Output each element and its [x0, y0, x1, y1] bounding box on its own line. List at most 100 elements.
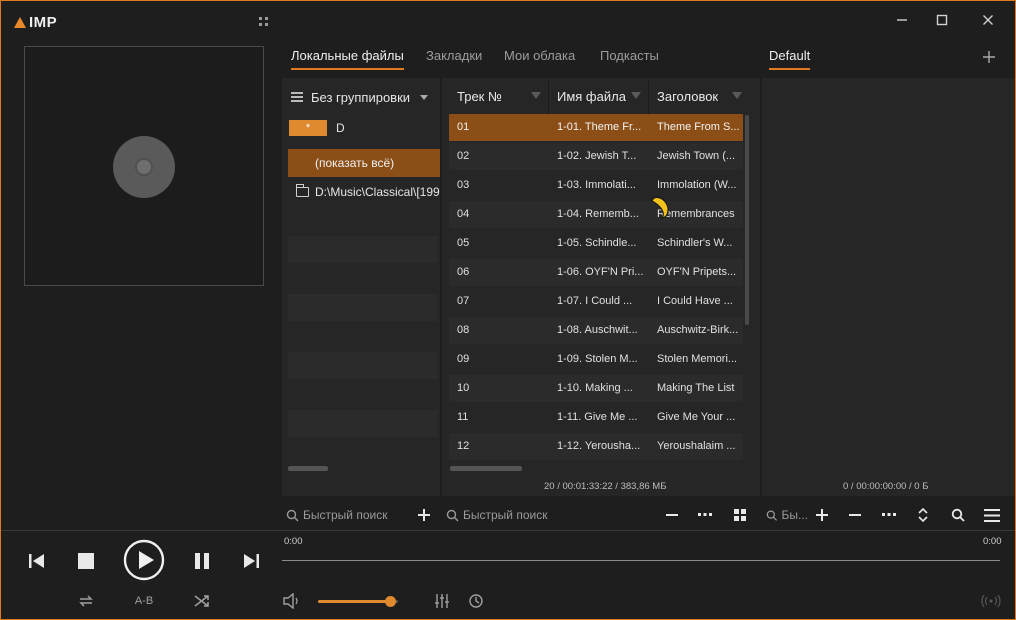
- clock-icon[interactable]: [466, 592, 486, 610]
- drag-grip-icon[interactable]: [258, 16, 270, 28]
- ab-repeat-button[interactable]: A-B: [130, 592, 158, 610]
- table-row[interactable]: 09 1-09. Stolen M... Stolen Memori...: [449, 346, 743, 373]
- empty-row: [288, 352, 438, 379]
- maximize-button[interactable]: [928, 8, 956, 32]
- tab-playlist-default[interactable]: Default: [769, 48, 811, 70]
- track-number: 12: [457, 440, 470, 452]
- shuffle-icon[interactable]: [192, 592, 212, 610]
- search-left-placeholder: Быстрый поиск: [303, 508, 388, 522]
- volume-icon[interactable]: [282, 592, 302, 610]
- search-right[interactable]: Бы...: [766, 504, 808, 526]
- folder-item[interactable]: D:\Music\Classical\[1993: [288, 178, 440, 206]
- tab-bookmarks[interactable]: Закладки: [426, 48, 482, 70]
- folder-path: D:\Music\Classical\[1993: [315, 185, 440, 199]
- track-title: Schindler's W...: [657, 237, 733, 249]
- sort-icon[interactable]: [912, 504, 934, 526]
- track-title: I Could Have ...: [657, 295, 733, 307]
- next-track-button[interactable]: [237, 547, 265, 575]
- search-icon[interactable]: [947, 504, 969, 526]
- track-number: 08: [457, 324, 470, 336]
- table-row[interactable]: 04 1-04. Rememb... Remembrances: [449, 201, 743, 228]
- logo-triangle-icon: [14, 16, 26, 28]
- column-header-track[interactable]: Трек №: [457, 84, 502, 110]
- equalizer-icon[interactable]: [432, 592, 452, 610]
- volume-knob[interactable]: [385, 596, 396, 607]
- remove-icon[interactable]: [844, 504, 866, 526]
- remove-icon[interactable]: [661, 504, 683, 526]
- file-name: 1-01. Theme Fr...: [557, 121, 642, 133]
- add-playlist-icon[interactable]: [980, 48, 998, 66]
- menu-icon[interactable]: [981, 504, 1003, 526]
- track-title: Theme From S...: [657, 121, 740, 133]
- table-row[interactable]: 02 1-02. Jewish T... Jewish Town (...: [449, 143, 743, 170]
- playlist-status: 0 / 00:00:00:00 / 0 Б: [843, 481, 929, 492]
- file-name: 1-12. Yerousha...: [557, 440, 641, 452]
- alpha-filter-d[interactable]: D: [336, 121, 345, 135]
- table-row[interactable]: 08 1-08. Auschwit... Auschwitz-Birk...: [449, 317, 743, 344]
- horizontal-scrollbar[interactable]: [288, 466, 328, 471]
- logo-text: IMP: [29, 13, 58, 31]
- minimize-button[interactable]: [888, 8, 916, 32]
- volume-fill: [318, 600, 390, 603]
- column-header-filename[interactable]: Имя файла: [557, 84, 626, 110]
- tab-podcasts[interactable]: Подкасты: [600, 48, 659, 70]
- repeat-icon[interactable]: [76, 592, 96, 610]
- table-row[interactable]: 05 1-05. Schindle... Schindler's W...: [449, 230, 743, 257]
- search-middle[interactable]: Быстрый поиск: [446, 504, 596, 526]
- search-left[interactable]: Быстрый поиск: [286, 504, 416, 526]
- table-row[interactable]: 10 1-10. Making ... Making The List: [449, 375, 743, 402]
- grid-view-icon[interactable]: [729, 504, 751, 526]
- close-button[interactable]: [974, 8, 1002, 32]
- file-name: 1-02. Jewish T...: [557, 150, 637, 162]
- table-row[interactable]: 07 1-07. I Could ... I Could Have ...: [449, 288, 743, 315]
- filter-icon[interactable]: [732, 92, 742, 99]
- track-number: 09: [457, 353, 470, 365]
- previous-track-button[interactable]: [23, 547, 51, 575]
- file-name: 1-10. Making ...: [557, 382, 633, 394]
- file-name: 1-07. I Could ...: [557, 295, 633, 307]
- file-name: 1-05. Schindle...: [557, 237, 637, 249]
- total-time: 0:00: [983, 536, 1002, 547]
- tab-local-files[interactable]: Локальные файлы: [291, 48, 404, 70]
- empty-row: [288, 410, 438, 437]
- track-title: OYF'N Pripets...: [657, 266, 737, 278]
- add-icon[interactable]: [413, 504, 435, 526]
- folder-icon: [295, 184, 309, 197]
- table-row[interactable]: 06 1-06. OYF'N Pri... OYF'N Pripets...: [449, 259, 743, 286]
- cursor-blob-icon: [651, 196, 669, 219]
- seek-bar[interactable]: [282, 560, 1000, 561]
- alpha-filter-all[interactable]: *: [289, 120, 327, 136]
- pause-button[interactable]: [188, 547, 216, 575]
- column-header-title[interactable]: Заголовок: [657, 84, 718, 110]
- file-name: 1-06. OYF'N Pri...: [557, 266, 644, 278]
- track-number: 01: [457, 121, 470, 133]
- horizontal-scrollbar[interactable]: [450, 466, 522, 471]
- table-row[interactable]: 12 1-12. Yerousha... Yeroushalaim ...: [449, 433, 743, 460]
- elapsed-time: 0:00: [284, 536, 303, 547]
- empty-row: [288, 294, 438, 321]
- filter-icon[interactable]: [631, 92, 641, 99]
- menu-icon: [291, 92, 303, 102]
- empty-row: [288, 236, 438, 263]
- table-row[interactable]: 11 1-11. Give Me ... Give Me Your ...: [449, 404, 743, 431]
- track-title: Yeroushalaim ...: [657, 440, 736, 452]
- play-button[interactable]: [123, 539, 165, 581]
- library-status: 20 / 00:01:33:22 / 383,86 МБ: [544, 481, 667, 492]
- more-icon[interactable]: [878, 504, 900, 526]
- track-number: 03: [457, 179, 470, 191]
- table-row[interactable]: 01 1-01. Theme Fr... Theme From S...: [449, 114, 743, 141]
- stop-button[interactable]: [72, 547, 100, 575]
- grouping-selector[interactable]: Без группировки: [282, 84, 440, 110]
- table-row[interactable]: 03 1-03. Immolati... Immolation (W...: [449, 172, 743, 199]
- show-all-item[interactable]: (показать всё): [288, 149, 440, 177]
- file-name: 1-04. Rememb...: [557, 208, 639, 220]
- vertical-scrollbar[interactable]: [745, 115, 749, 325]
- more-icon[interactable]: [694, 504, 716, 526]
- filter-icon[interactable]: [531, 92, 541, 99]
- tab-my-clouds[interactable]: Мои облака: [504, 48, 575, 70]
- search-right-placeholder: Бы...: [781, 508, 808, 522]
- file-name: 1-03. Immolati...: [557, 179, 636, 191]
- broadcast-icon[interactable]: [980, 592, 1002, 610]
- track-title: Stolen Memori...: [657, 353, 738, 365]
- add-icon[interactable]: [811, 504, 833, 526]
